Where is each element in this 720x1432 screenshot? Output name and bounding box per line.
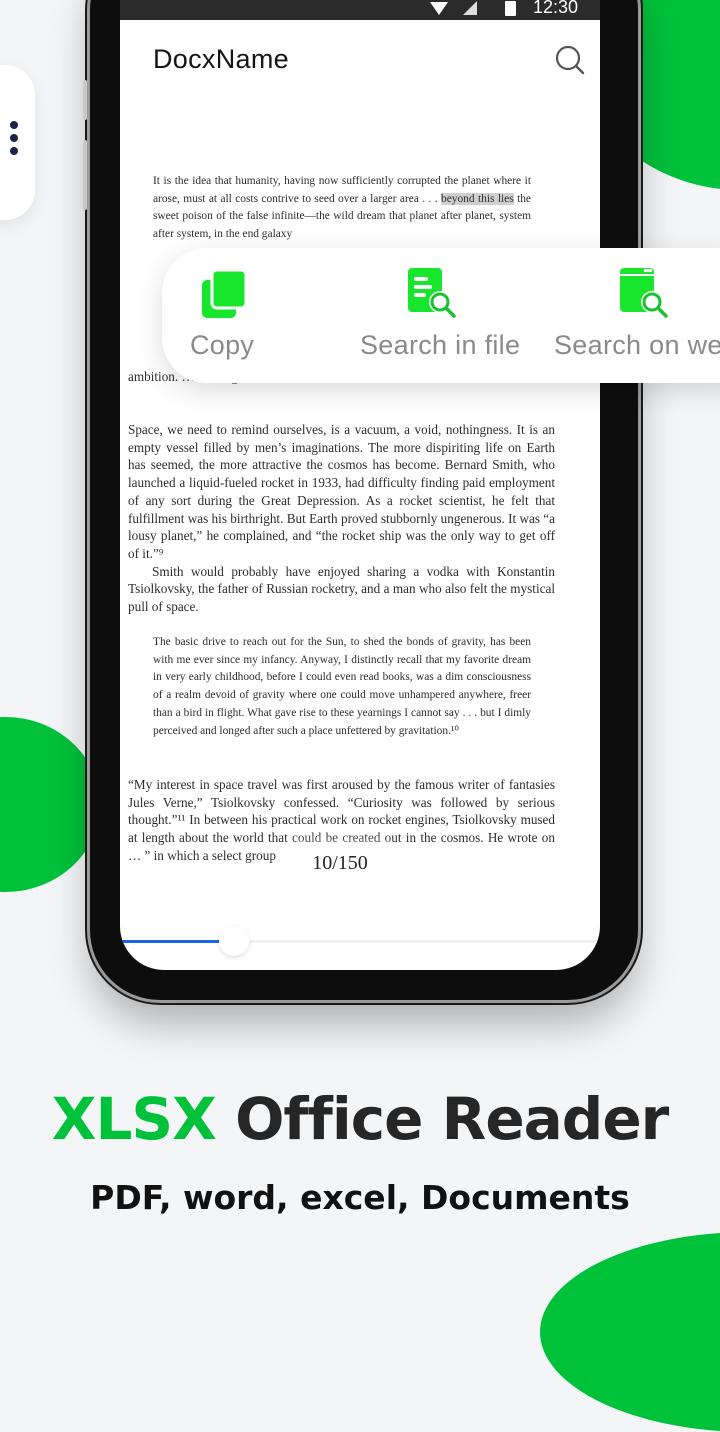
status-time: 12:30 bbox=[532, 0, 578, 17]
search-in-file-label: Search in file bbox=[360, 330, 521, 360]
phone-side-button bbox=[83, 80, 87, 120]
decorative-green-circle bbox=[540, 1232, 720, 1432]
reading-progress-slider[interactable] bbox=[120, 926, 600, 956]
block-quote: The basic drive to reach out for the Sun… bbox=[153, 636, 531, 737]
phone-screen: 12:30 DocxName It is the idea that human… bbox=[120, 0, 600, 970]
copy-button[interactable]: Copy bbox=[162, 248, 282, 383]
search-button[interactable] bbox=[550, 40, 590, 80]
search-on-web-button[interactable]: Search on web bbox=[552, 248, 720, 383]
progress-fill bbox=[120, 940, 221, 943]
paragraph-text: Space, we need to remind ourselves, is a… bbox=[128, 422, 555, 561]
file-search-icon bbox=[408, 268, 456, 318]
document-title: DocxName bbox=[153, 44, 289, 74]
promo-headline-rest: Office Reader bbox=[215, 1085, 669, 1153]
promo-headline: XLSX Office Reader bbox=[0, 1085, 720, 1153]
web-search-icon bbox=[620, 268, 668, 318]
progress-thumb[interactable] bbox=[218, 926, 249, 956]
copy-icon bbox=[202, 268, 248, 318]
text-selection-menu: Copy Search in file Search on web bbox=[162, 248, 720, 383]
signal-icon bbox=[463, 1, 477, 15]
search-icon bbox=[555, 45, 585, 75]
more-options-icon[interactable] bbox=[10, 121, 20, 160]
promo-headline-accent: XLSX bbox=[51, 1085, 217, 1153]
status-bar: 12:30 bbox=[120, 0, 600, 20]
search-on-web-label: Search on web bbox=[554, 330, 720, 360]
decorative-green-circle bbox=[0, 717, 100, 892]
app-bar: DocxName bbox=[120, 20, 600, 100]
text-selection[interactable]: beyond this lies bbox=[441, 192, 514, 205]
document-page[interactable]: It is the idea that humanity, having now… bbox=[120, 100, 600, 900]
battery-icon bbox=[505, 1, 516, 16]
paragraph-text: Smith would probably have enjoyed sharin… bbox=[128, 563, 555, 615]
phone-side-button bbox=[83, 140, 87, 210]
search-in-file-button[interactable]: Search in file bbox=[352, 248, 522, 383]
document-paragraph: Space, we need to remind ourselves, is a… bbox=[128, 421, 555, 616]
wifi-icon bbox=[430, 2, 448, 15]
copy-label: Copy bbox=[190, 330, 255, 360]
options-card bbox=[0, 65, 35, 220]
promo-subline: PDF, word, excel, Documents bbox=[90, 1178, 630, 1217]
document-paragraph: It is the idea that humanity, having now… bbox=[153, 173, 531, 244]
page-indicator: 10/150 bbox=[285, 845, 395, 881]
